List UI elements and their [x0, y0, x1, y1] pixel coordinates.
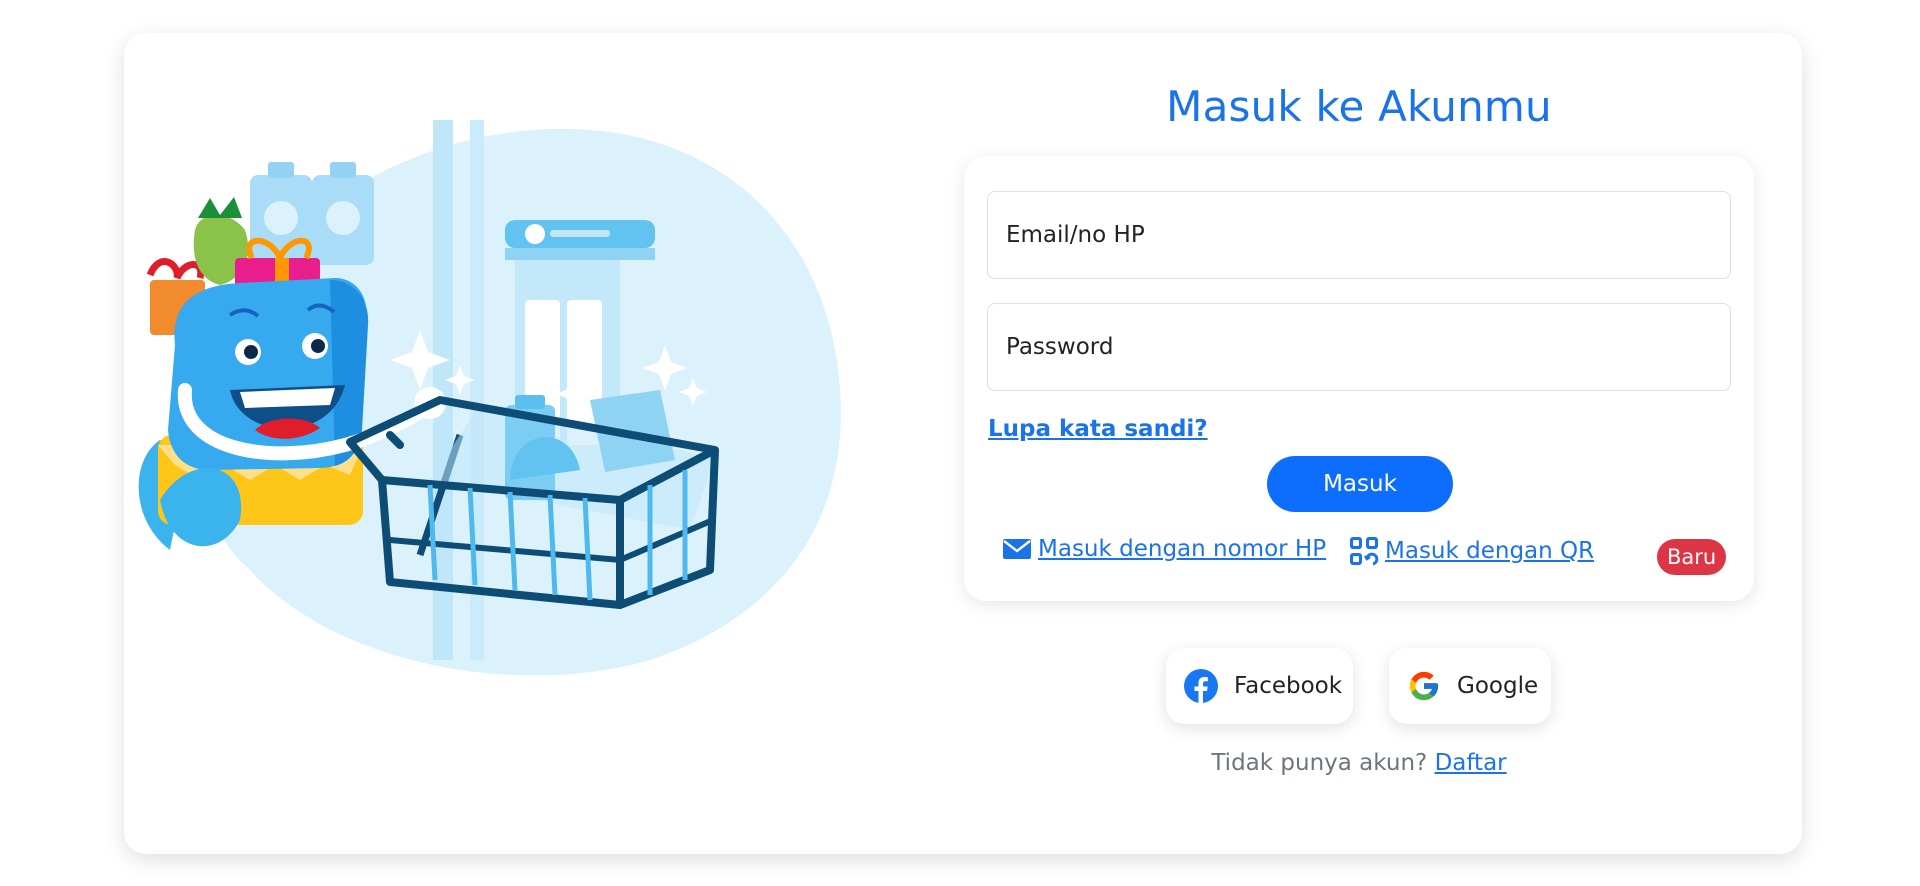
new-badge: Baru: [1657, 539, 1727, 575]
envelope-icon: [1002, 537, 1032, 561]
shopping-mascot-illustration: [138, 120, 841, 676]
email-field-wrapper: [987, 191, 1731, 279]
page-title: Masuk ke Akunmu: [1166, 82, 1552, 131]
email-field[interactable]: [988, 192, 1730, 278]
password-field[interactable]: [988, 304, 1730, 390]
login-with-phone-label: Masuk dengan nomor HP: [1038, 536, 1327, 562]
facebook-login-button[interactable]: Facebook: [1166, 648, 1353, 724]
login-button[interactable]: Masuk: [1267, 456, 1453, 512]
facebook-icon: [1184, 669, 1218, 703]
login-with-qr-link[interactable]: Masuk dengan QR: [1349, 536, 1594, 566]
signup-prompt-text: Tidak punya akun?: [1211, 750, 1435, 776]
forgot-password-link[interactable]: Lupa kata sandi?: [988, 416, 1208, 442]
google-label: Google: [1457, 673, 1539, 699]
login-form: Lupa kata sandi? Masuk Masuk dengan nomo…: [964, 156, 1754, 601]
password-field-wrapper: [987, 303, 1731, 391]
signup-link[interactable]: Daftar: [1435, 750, 1507, 776]
facebook-label: Facebook: [1234, 673, 1343, 699]
signup-prompt: Tidak punya akun? Daftar: [964, 750, 1754, 776]
login-with-phone-link[interactable]: Masuk dengan nomor HP: [1002, 536, 1326, 562]
qr-icon: [1349, 536, 1379, 566]
google-icon: [1407, 669, 1441, 703]
login-with-qr-label: Masuk dengan QR: [1385, 538, 1595, 564]
google-login-button[interactable]: Google: [1389, 648, 1551, 724]
